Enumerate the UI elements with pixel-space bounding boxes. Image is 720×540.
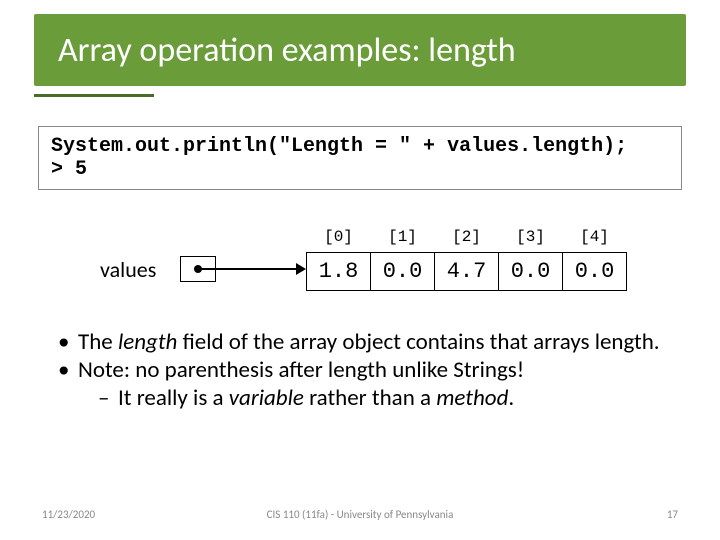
bullet-1: • The length field of the array object c…	[58, 328, 670, 356]
idx-0: [0]	[307, 228, 371, 253]
idx-3: [3]	[499, 228, 563, 253]
em-method: method	[436, 384, 508, 412]
bullet-2: • Note: no parenthesis after length unli…	[58, 356, 670, 384]
cell-3: 0.0	[499, 253, 563, 291]
slide-footer: 11/23/2020 CIS 110 (11fa) - University o…	[0, 508, 720, 526]
idx-2: [2]	[435, 228, 499, 253]
code-example: System.out.println("Length = " + values.…	[38, 126, 682, 190]
index-row: [0] [1] [2] [3] [4]	[307, 228, 627, 253]
idx-4: [4]	[563, 228, 627, 253]
slide-title: Array operation examples: length	[58, 30, 516, 71]
value-row: 1.8 0.0 4.7 0.0 0.0	[307, 253, 627, 291]
idx-1: [1]	[371, 228, 435, 253]
array-diagram: values [0] [1] [2] [3] [4] 1.8 0.0 4.7 0…	[0, 216, 720, 306]
code-line-2: > 5	[51, 158, 87, 181]
pointer-arrow-head	[296, 263, 306, 275]
cell-2: 4.7	[435, 253, 499, 291]
cell-4: 0.0	[563, 253, 627, 291]
bullet-list: • The length field of the array object c…	[58, 328, 670, 412]
cell-0: 1.8	[307, 253, 371, 291]
pointer-arrow-line	[200, 268, 298, 270]
bullet-2-sub: – It really is a variable rather than a …	[58, 384, 670, 412]
em-length: length	[118, 328, 177, 356]
title-underline	[34, 94, 154, 97]
footer-credit: CIS 110 (11fa) - University of Pennsylva…	[0, 508, 720, 521]
variable-label: values	[100, 256, 156, 283]
em-variable: variable	[229, 384, 304, 412]
cell-1: 0.0	[371, 253, 435, 291]
code-line-1: System.out.println("Length = " + values.…	[51, 135, 627, 158]
array-cells: [0] [1] [2] [3] [4] 1.8 0.0 4.7 0.0 0.0	[306, 228, 627, 291]
footer-page: 17	[667, 508, 678, 521]
slide-title-bar: Array operation examples: length	[34, 14, 686, 86]
